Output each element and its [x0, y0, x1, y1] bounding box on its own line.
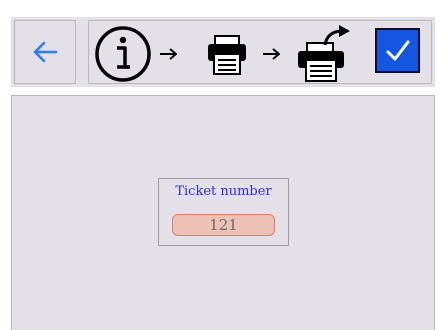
printer-icon: [208, 35, 246, 75]
ticket-number-field[interactable]: 121: [172, 214, 275, 236]
confirm-button[interactable]: [375, 28, 420, 73]
toolbar: [11, 17, 435, 87]
step-arrow-icon: [263, 48, 280, 60]
info-icon: [95, 26, 151, 82]
arrow-left-icon: [33, 41, 58, 63]
step-arrow-icon: [160, 48, 177, 60]
app-screen: Ticket number 121: [0, 0, 441, 330]
back-button[interactable]: [14, 20, 76, 84]
ticket-number-label: Ticket number: [175, 184, 272, 199]
print-share-icon: [298, 25, 350, 82]
main-panel: Ticket number 121: [11, 95, 435, 330]
checkmark-icon: [386, 40, 409, 60]
ticket-number-group: Ticket number 121: [158, 178, 289, 246]
